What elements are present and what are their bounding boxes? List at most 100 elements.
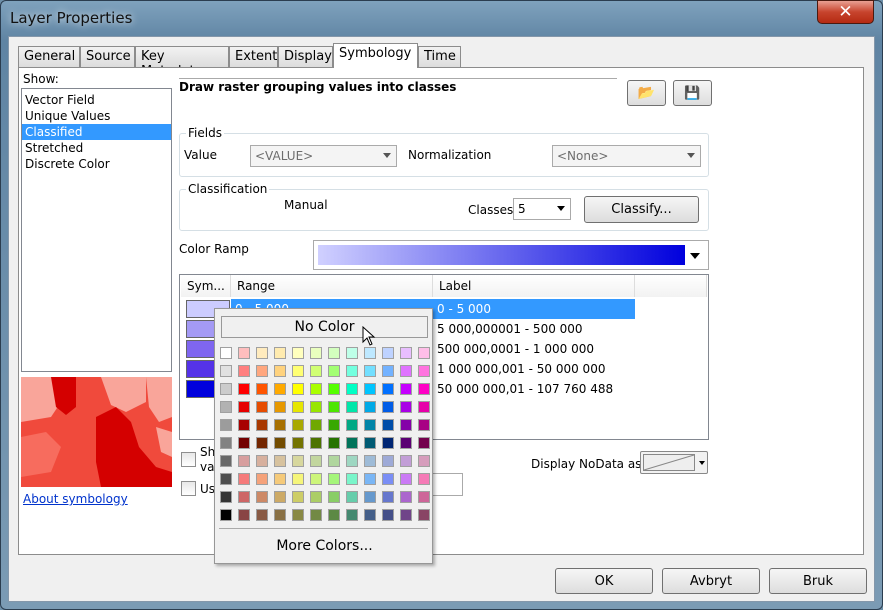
show-item-vector-field[interactable]: Vector Field: [22, 92, 171, 108]
palette-color-swatch[interactable]: [382, 401, 394, 413]
use-checkbox[interactable]: [181, 481, 196, 496]
palette-color-swatch[interactable]: [418, 437, 430, 449]
palette-color-swatch[interactable]: [364, 347, 376, 359]
palette-color-swatch[interactable]: [364, 401, 376, 413]
palette-color-swatch[interactable]: [382, 455, 394, 467]
palette-color-swatch[interactable]: [364, 419, 376, 431]
no-color-button[interactable]: No Color: [221, 316, 428, 338]
palette-color-swatch[interactable]: [274, 491, 286, 503]
palette-color-swatch[interactable]: [400, 437, 412, 449]
palette-color-swatch[interactable]: [220, 347, 232, 359]
palette-color-swatch[interactable]: [346, 365, 358, 377]
label-cell[interactable]: 500 000,0001 - 1 000 000: [433, 339, 635, 359]
palette-color-swatch[interactable]: [346, 383, 358, 395]
palette-color-swatch[interactable]: [418, 491, 430, 503]
palette-color-swatch[interactable]: [220, 509, 232, 521]
show-list[interactable]: Vector Field Unique Values Classified Stret…: [21, 88, 172, 372]
header-symbol[interactable]: Sym...: [181, 275, 231, 297]
palette-color-swatch[interactable]: [238, 437, 250, 449]
save-button[interactable]: 💾: [673, 80, 712, 106]
palette-color-swatch[interactable]: [346, 401, 358, 413]
palette-color-swatch[interactable]: [364, 383, 376, 395]
palette-color-swatch[interactable]: [400, 401, 412, 413]
palette-color-swatch[interactable]: [274, 347, 286, 359]
palette-color-swatch[interactable]: [328, 509, 340, 521]
cancel-button[interactable]: Avbryt: [662, 568, 760, 594]
palette-color-swatch[interactable]: [220, 455, 232, 467]
palette-color-swatch[interactable]: [256, 491, 268, 503]
palette-color-swatch[interactable]: [328, 455, 340, 467]
palette-color-swatch[interactable]: [220, 383, 232, 395]
palette-color-swatch[interactable]: [292, 491, 304, 503]
palette-color-swatch[interactable]: [238, 347, 250, 359]
palette-color-swatch[interactable]: [292, 383, 304, 395]
palette-color-swatch[interactable]: [292, 437, 304, 449]
palette-color-swatch[interactable]: [256, 437, 268, 449]
palette-color-swatch[interactable]: [310, 491, 322, 503]
palette-color-swatch[interactable]: [346, 473, 358, 485]
tab-extent[interactable]: Extent: [229, 46, 278, 67]
tab-general[interactable]: General: [18, 46, 80, 67]
palette-color-swatch[interactable]: [274, 437, 286, 449]
palette-color-swatch[interactable]: [328, 383, 340, 395]
palette-color-swatch[interactable]: [382, 365, 394, 377]
palette-color-swatch[interactable]: [418, 401, 430, 413]
palette-color-swatch[interactable]: [382, 347, 394, 359]
palette-color-swatch[interactable]: [400, 473, 412, 485]
palette-color-swatch[interactable]: [418, 347, 430, 359]
apply-button[interactable]: Bruk: [769, 568, 867, 594]
tab-key-metadata[interactable]: Key Metadata: [135, 46, 229, 79]
palette-color-swatch[interactable]: [292, 401, 304, 413]
palette-color-swatch[interactable]: [382, 383, 394, 395]
palette-color-swatch[interactable]: [292, 455, 304, 467]
palette-color-swatch[interactable]: [310, 509, 322, 521]
palette-color-swatch[interactable]: [346, 455, 358, 467]
palette-color-swatch[interactable]: [220, 401, 232, 413]
palette-color-swatch[interactable]: [256, 365, 268, 377]
palette-color-swatch[interactable]: [418, 473, 430, 485]
palette-color-swatch[interactable]: [292, 509, 304, 521]
palette-color-swatch[interactable]: [238, 383, 250, 395]
nodata-color-dropdown[interactable]: [640, 451, 708, 474]
palette-color-swatch[interactable]: [400, 491, 412, 503]
more-colors-button[interactable]: More Colors...: [215, 538, 434, 554]
palette-color-swatch[interactable]: [220, 437, 232, 449]
close-icon[interactable]: ✕: [817, 0, 874, 24]
palette-color-swatch[interactable]: [400, 419, 412, 431]
palette-color-swatch[interactable]: [238, 365, 250, 377]
header-range[interactable]: Range: [231, 275, 433, 297]
palette-color-swatch[interactable]: [418, 509, 430, 521]
palette-color-swatch[interactable]: [292, 473, 304, 485]
palette-color-swatch[interactable]: [220, 491, 232, 503]
show-item-unique-values[interactable]: Unique Values: [22, 108, 171, 124]
show-class-checkbox[interactable]: [181, 452, 196, 467]
classify-button[interactable]: Classify...: [584, 196, 699, 223]
palette-color-swatch[interactable]: [220, 365, 232, 377]
palette-color-swatch[interactable]: [328, 347, 340, 359]
palette-color-swatch[interactable]: [364, 365, 376, 377]
palette-color-swatch[interactable]: [310, 365, 322, 377]
label-cell[interactable]: 1 000 000,001 - 50 000 000: [433, 359, 635, 379]
palette-color-swatch[interactable]: [256, 419, 268, 431]
show-item-stretched[interactable]: Stretched: [22, 140, 171, 156]
color-ramp-dropdown[interactable]: [313, 240, 709, 270]
palette-color-swatch[interactable]: [400, 383, 412, 395]
palette-color-swatch[interactable]: [220, 419, 232, 431]
tab-time[interactable]: Time: [418, 46, 461, 67]
palette-color-swatch[interactable]: [328, 473, 340, 485]
palette-color-swatch[interactable]: [238, 491, 250, 503]
palette-color-swatch[interactable]: [418, 455, 430, 467]
palette-color-swatch[interactable]: [256, 473, 268, 485]
label-cell[interactable]: 50 000 000,01 - 107 760 488: [433, 379, 635, 399]
tab-display[interactable]: Display: [278, 46, 333, 67]
palette-color-swatch[interactable]: [400, 509, 412, 521]
palette-color-swatch[interactable]: [382, 437, 394, 449]
normalization-dropdown[interactable]: <None>: [552, 145, 701, 167]
palette-color-swatch[interactable]: [328, 491, 340, 503]
palette-color-swatch[interactable]: [400, 365, 412, 377]
palette-color-swatch[interactable]: [238, 455, 250, 467]
palette-color-swatch[interactable]: [220, 473, 232, 485]
palette-color-swatch[interactable]: [274, 383, 286, 395]
tab-source[interactable]: Source: [80, 46, 135, 67]
palette-color-swatch[interactable]: [256, 509, 268, 521]
